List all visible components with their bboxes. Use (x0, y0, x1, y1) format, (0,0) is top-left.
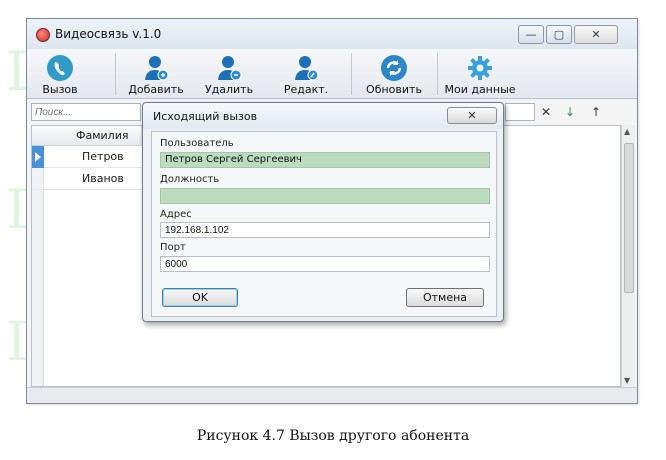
address-field[interactable] (160, 222, 490, 238)
refresh-label: Обновить (366, 83, 422, 96)
current-row-indicator-icon (32, 146, 44, 168)
port-field[interactable] (160, 256, 490, 272)
port-label: Порт (160, 242, 186, 253)
refresh-icon (381, 55, 407, 81)
dialog-title: Исходящий вызов (153, 110, 258, 123)
minimize-button[interactable]: — (518, 25, 544, 44)
move-up-icon[interactable]: ↑ (591, 105, 601, 119)
toolbar-separator (351, 53, 352, 95)
edit-contact-button[interactable]: Редакт. (271, 49, 341, 99)
search-input[interactable] (31, 103, 141, 121)
delete-contact-button[interactable]: Удалить (197, 49, 261, 99)
figure-caption: Рисунок 4.7 Вызов другого абонента (196, 428, 470, 444)
ok-button[interactable]: OK (162, 288, 238, 307)
scrollbar-thumb[interactable] (624, 143, 634, 293)
dialog-body: Пользователь Петров Сергей Сергеевич Дол… (151, 131, 497, 317)
call-button[interactable]: Вызов (29, 49, 91, 99)
refresh-button[interactable]: Обновить (357, 49, 431, 99)
position-label: Должность (160, 174, 220, 185)
scroll-down-icon[interactable]: ▼ (624, 376, 630, 385)
remove-user-icon (218, 56, 242, 81)
title-bar[interactable]: Видеосвязь v.1.0 — ▢ ✕ (27, 19, 637, 49)
scroll-up-icon[interactable]: ▲ (624, 127, 630, 136)
contact-surname: Петров (82, 150, 124, 163)
address-label: Адрес (160, 209, 192, 220)
delete-contact-label: Удалить (204, 83, 254, 96)
app-logo-icon (36, 28, 50, 42)
my-data-button[interactable]: Мои данные (441, 49, 519, 99)
edit-contact-label: Редакт. (283, 83, 329, 96)
phone-call-icon (47, 55, 73, 81)
add-user-icon (145, 56, 169, 81)
dialog-title-bar[interactable]: Исходящий вызов ✕ (143, 103, 503, 129)
edit-user-icon (295, 56, 319, 81)
move-down-icon[interactable]: ↓ (565, 105, 575, 119)
toolbar: Вызов Добавить Удалить Редакт. Обновить … (27, 49, 637, 99)
my-data-label: Мои данные (444, 83, 516, 96)
list-item[interactable]: Петров (32, 146, 142, 168)
clear-search-icon[interactable]: ✕ (541, 105, 551, 119)
vertical-scrollbar[interactable]: ▲ ▼ (621, 125, 635, 387)
add-contact-button[interactable]: Добавить (121, 49, 191, 99)
toolbar-separator (437, 53, 438, 95)
window-title: Видеосвязь v.1.0 (55, 27, 162, 41)
user-field: Петров Сергей Сергеевич (160, 152, 490, 168)
toolbar-separator (115, 53, 116, 95)
contact-surname: Иванов (82, 172, 124, 185)
add-contact-label: Добавить (128, 83, 184, 96)
cancel-button[interactable]: Отмена (406, 288, 484, 307)
column-header-surname[interactable]: Фамилия (32, 126, 142, 146)
filter-input[interactable] (505, 103, 535, 121)
close-window-button[interactable]: ✕ (574, 25, 618, 44)
status-bar (27, 387, 637, 403)
user-label: Пользователь (160, 138, 234, 149)
call-button-label: Вызов (42, 83, 78, 96)
outgoing-call-dialog: Исходящий вызов ✕ Пользователь Петров Се… (142, 102, 504, 322)
dialog-close-button[interactable]: ✕ (447, 107, 497, 124)
settings-gear-icon (468, 56, 492, 80)
position-field (160, 188, 490, 204)
list-item[interactable]: Иванов (32, 168, 142, 190)
maximize-button[interactable]: ▢ (546, 25, 572, 44)
